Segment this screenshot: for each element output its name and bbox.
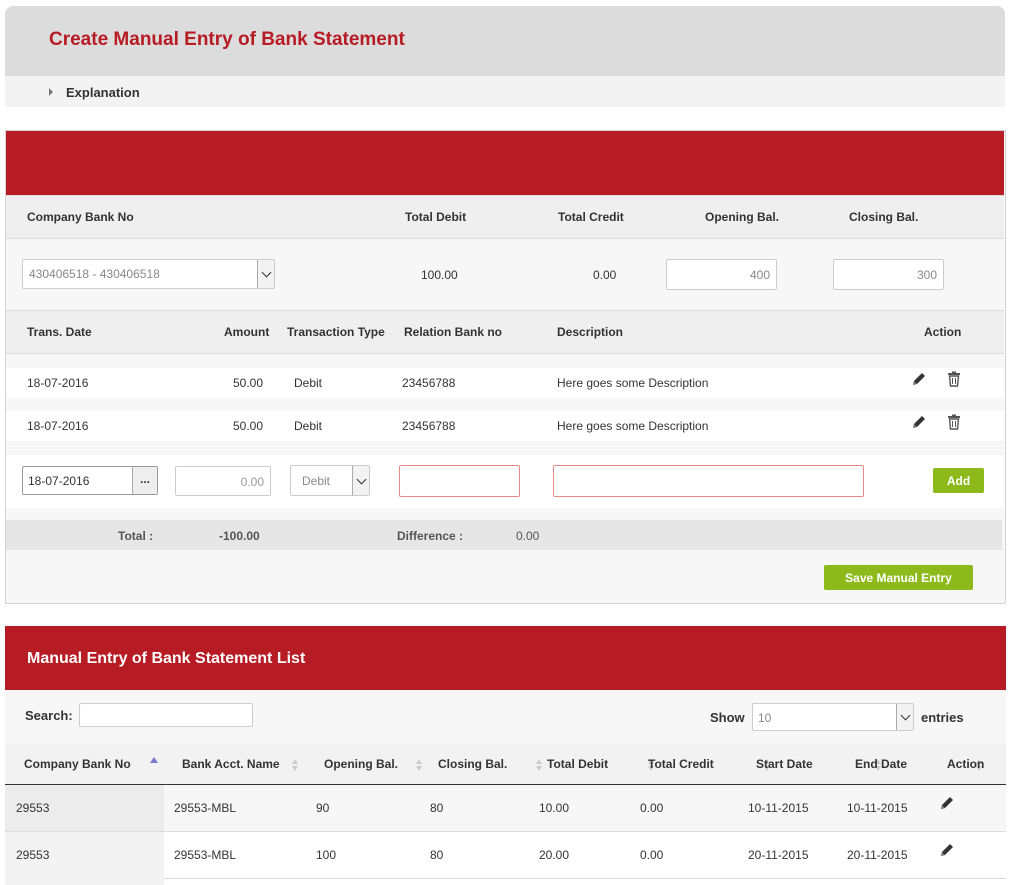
entry-row	[6, 368, 1004, 398]
entries-per-page-value: 10	[758, 711, 772, 725]
save-manual-entry-button[interactable]: Save Manual Entry	[824, 565, 973, 590]
list-title: Manual Entry of Bank Statement List	[27, 650, 306, 667]
cell-bank-acct-name: 29553-MBL	[174, 848, 237, 862]
cell-total-debit: 20.00	[539, 848, 570, 862]
total-value: -100.00	[219, 529, 260, 543]
search-input[interactable]	[79, 703, 253, 727]
cell-closing-bal: 80	[430, 801, 444, 815]
add-button[interactable]: Add	[933, 468, 984, 493]
panel-header-bar	[6, 131, 1004, 195]
search-label: Search:	[25, 708, 73, 723]
cell-closing-bal: 80	[430, 848, 444, 862]
header-transaction-type: Transaction Type	[287, 325, 385, 339]
opening-balance-field[interactable]: 400	[666, 259, 777, 290]
new-date-field[interactable]: 18-07-2016 ...	[22, 466, 158, 495]
col-opening-bal[interactable]: Opening Bal.	[324, 757, 398, 771]
entry-date: 18-07-2016	[27, 419, 89, 433]
header-company-bank-no: Company Bank No	[27, 210, 134, 224]
entry-date: 18-07-2016	[27, 376, 89, 390]
total-debit-value: 100.00	[421, 268, 458, 282]
difference-value: 0.00	[516, 529, 540, 543]
header-trans-date: Trans. Date	[27, 325, 92, 339]
explanation-toggle[interactable]: Explanation	[66, 85, 140, 100]
col-action: Action	[947, 757, 985, 771]
cell-end-date: 10-11-2015	[847, 801, 908, 815]
header-amount: Amount	[224, 325, 270, 339]
entry-relation-bank: 23456788	[402, 376, 456, 390]
expand-triangle-icon[interactable]	[49, 88, 53, 96]
chevron-down-icon[interactable]	[352, 466, 369, 495]
entries-per-page-select[interactable]: 10	[752, 703, 914, 731]
total-credit-value: 0.00	[593, 268, 617, 282]
header-total-credit: Total Credit	[558, 210, 624, 224]
sort-icon[interactable]	[292, 758, 299, 772]
entries-label: entries	[921, 710, 964, 725]
cell-bank-acct-name: 29553-MBL	[174, 801, 237, 815]
col-bank-acct-name[interactable]: Bank Acct. Name	[182, 757, 280, 771]
entry-amount: 50.00	[233, 419, 264, 433]
closing-balance-field[interactable]: 300	[833, 259, 944, 290]
cell-opening-bal: 90	[316, 801, 330, 815]
entries-header-row	[6, 310, 1004, 354]
chevron-down-icon[interactable]	[257, 260, 274, 288]
cell-start-date: 10-11-2015	[748, 801, 809, 815]
cell-total-debit: 10.00	[539, 801, 570, 815]
header-action: Action	[924, 325, 962, 339]
delete-trash-icon[interactable]	[945, 413, 963, 431]
delete-trash-icon[interactable]	[945, 370, 963, 388]
cell-total-credit: 0.00	[640, 801, 664, 815]
cell-opening-bal: 100	[316, 848, 337, 862]
cell-end-date: 20-11-2015	[847, 848, 908, 862]
page-title: Create Manual Entry of Bank Statement	[49, 29, 405, 50]
edit-pencil-icon[interactable]	[910, 413, 928, 431]
col-start-date[interactable]: Start Date	[756, 757, 813, 771]
header-opening-bal: Opening Bal.	[705, 210, 780, 224]
entry-type: Debit	[294, 376, 323, 390]
sort-icon[interactable]	[416, 758, 423, 772]
opening-balance-value: 400	[749, 268, 770, 282]
closing-balance-value: 300	[916, 268, 937, 282]
cell-start-date: 20-11-2015	[748, 848, 809, 862]
new-relation-bank-field[interactable]	[399, 465, 520, 497]
entry-description: Here goes some Description	[557, 419, 709, 433]
date-picker-button[interactable]: ...	[132, 467, 157, 494]
sort-icon[interactable]	[535, 758, 543, 772]
cell-company-bank-no: 29553	[16, 848, 50, 862]
new-date-value: 18-07-2016	[28, 474, 90, 488]
sort-ascending-icon[interactable]	[150, 757, 158, 763]
edit-pencil-icon[interactable]	[938, 841, 956, 859]
entry-row	[6, 411, 1004, 441]
total-label: Total :	[118, 529, 154, 543]
header-description: Description	[557, 325, 624, 339]
company-bank-select-value: 430406518 - 430406518	[29, 267, 160, 281]
col-total-credit[interactable]: Total Credit	[648, 757, 714, 771]
entry-type: Debit	[294, 419, 323, 433]
explanation-bar[interactable]	[5, 76, 1005, 107]
col-closing-bal[interactable]: Closing Bal.	[438, 757, 507, 771]
show-label: Show	[710, 710, 745, 725]
header-relation-bank-no: Relation Bank no	[404, 325, 503, 339]
difference-label: Difference :	[397, 529, 464, 543]
header-total-debit: Total Debit	[405, 210, 467, 224]
chevron-down-icon[interactable]	[896, 704, 913, 730]
cell-company-bank-no: 29553	[16, 801, 50, 815]
new-type-value: Debit	[302, 474, 331, 488]
totals-row	[6, 520, 1002, 550]
new-type-select[interactable]: Debit	[290, 465, 370, 496]
new-amount-field[interactable]: 0.00	[175, 466, 271, 496]
cell-total-credit: 0.00	[640, 848, 664, 862]
edit-pencil-icon[interactable]	[938, 794, 956, 812]
new-description-field[interactable]	[553, 465, 864, 497]
entry-amount: 50.00	[233, 376, 264, 390]
col-total-debit[interactable]: Total Debit	[547, 757, 608, 771]
new-amount-placeholder: 0.00	[240, 475, 264, 489]
company-bank-select[interactable]: 430406518 - 430406518	[22, 259, 275, 289]
entry-description: Here goes some Description	[557, 376, 709, 390]
entry-relation-bank: 23456788	[402, 419, 456, 433]
edit-pencil-icon[interactable]	[910, 370, 928, 388]
col-company-bank-no[interactable]: Company Bank No	[24, 757, 131, 771]
header-closing-bal: Closing Bal.	[849, 210, 919, 224]
col-end-date[interactable]: End Date	[855, 757, 907, 771]
